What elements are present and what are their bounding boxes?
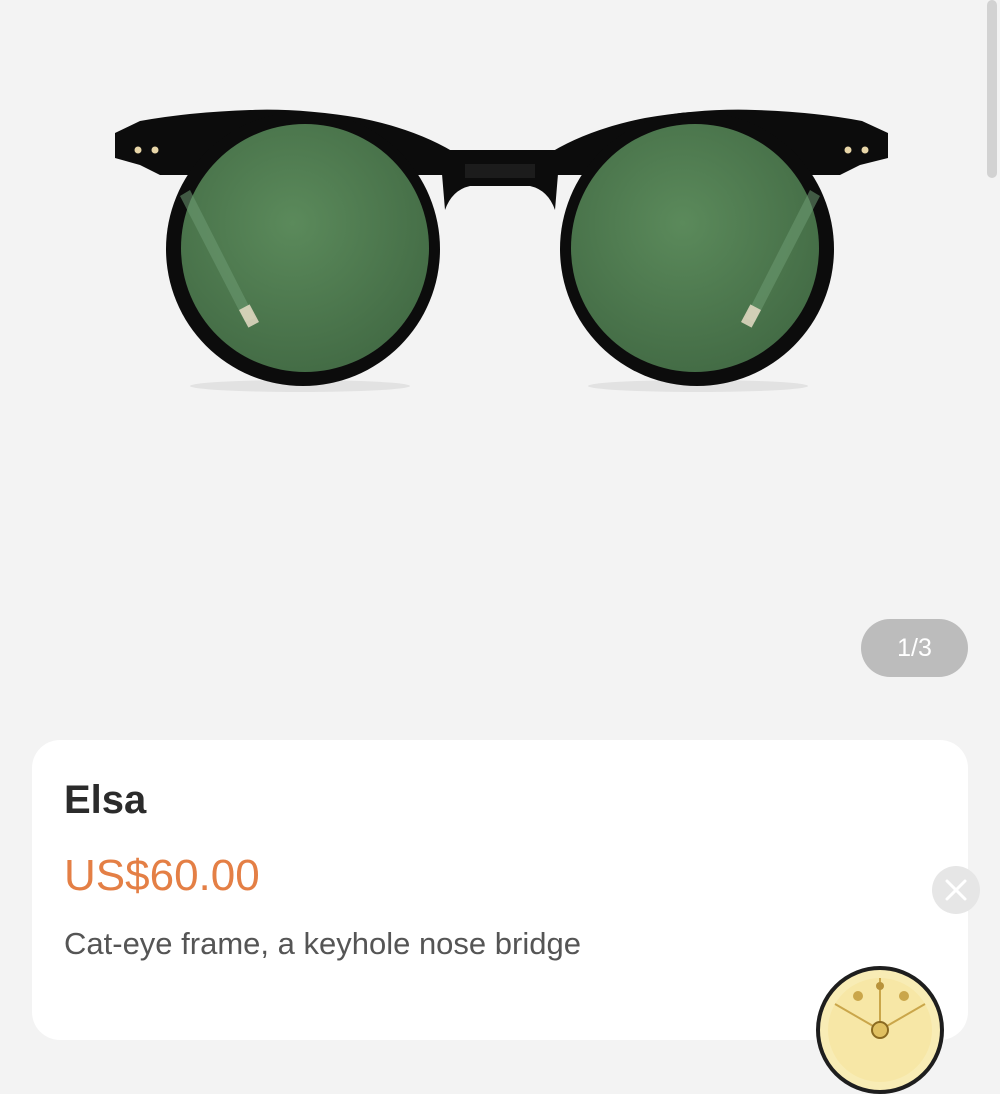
page-scrollbar[interactable] — [987, 0, 997, 178]
image-counter: 1/3 — [861, 619, 968, 677]
prize-wheel-button[interactable] — [816, 966, 944, 1094]
sunglasses-image — [115, 109, 888, 392]
close-promo-button[interactable] — [932, 866, 980, 914]
prize-wheel-icon — [828, 978, 932, 1082]
product-price: US$60.00 — [64, 851, 260, 900]
product-image-gallery[interactable]: 1/3 — [0, 0, 1000, 710]
close-icon — [945, 879, 967, 901]
product-description: Cat-eye frame, a keyhole nose bridge — [64, 926, 581, 961]
product-name: Elsa — [64, 778, 147, 822]
